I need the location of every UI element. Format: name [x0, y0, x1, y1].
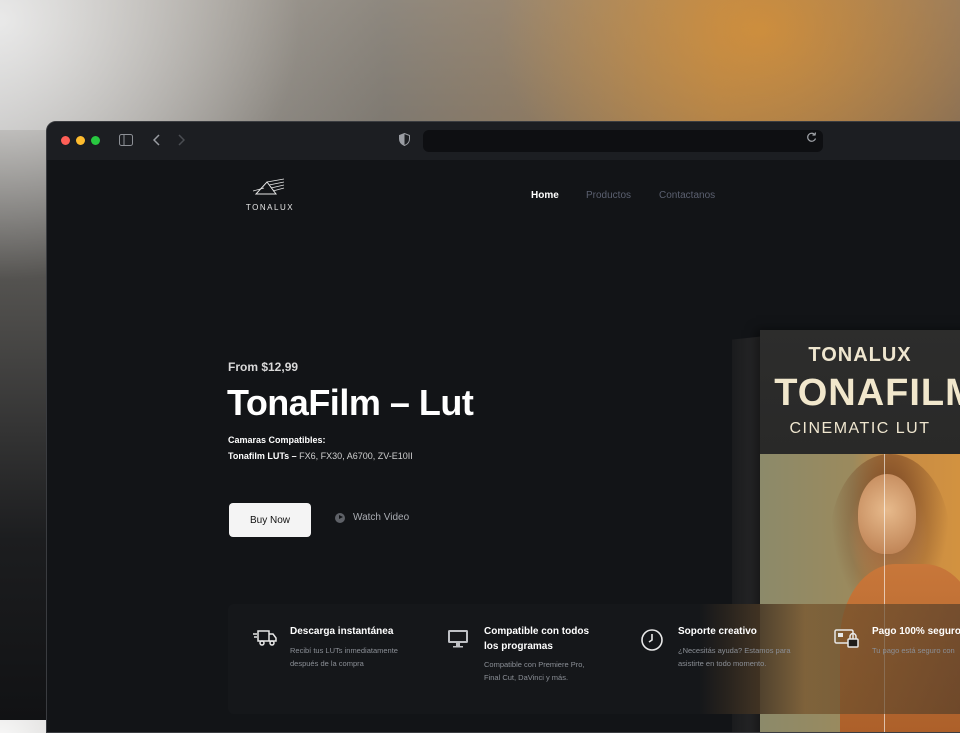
- clock-icon: [640, 628, 666, 651]
- features-bar: Descarga instantánea Recibí tus LUTs inm…: [228, 604, 960, 714]
- back-arrow-icon[interactable]: [152, 132, 161, 150]
- box-title-text: TONAFILM: [774, 372, 960, 414]
- play-icon: [335, 512, 345, 523]
- compat-models: FX6, FX30, A6700, ZV-E10II: [296, 451, 413, 461]
- watch-video-link[interactable]: Watch Video: [335, 512, 409, 523]
- feature-desc-line1: ¿Necesitás ayuda? Estamos para: [678, 646, 791, 655]
- reload-icon[interactable]: [806, 132, 817, 146]
- price-label: From $12,99: [228, 360, 299, 374]
- logo-prism-icon: [252, 178, 285, 195]
- sidebar-toggle-icon[interactable]: [119, 132, 133, 150]
- web-page: TONALUX Home Productos Contactanos From …: [47, 160, 960, 732]
- privacy-shield-icon[interactable]: [399, 132, 410, 150]
- watch-video-label: Watch Video: [353, 512, 410, 523]
- buy-now-button[interactable]: Buy Now: [229, 503, 311, 537]
- feature-desc-line2: Final Cut, DaVinci y más.: [484, 673, 569, 682]
- secure-payment-icon: [834, 628, 860, 650]
- product-title: TonaFilm – Lut: [227, 382, 474, 423]
- feature-title-line1: Compatible con todos: [484, 626, 589, 637]
- minimize-window-button[interactable]: [76, 136, 85, 145]
- background-gradient: [0, 0, 960, 130]
- nav-contact-link[interactable]: Contactanos: [659, 190, 715, 201]
- feature-title: Descarga instantánea: [290, 626, 394, 637]
- feature-desc-line2: asistirte en todo momento.: [678, 659, 767, 668]
- close-window-button[interactable]: [61, 136, 70, 145]
- forward-arrow-icon[interactable]: [177, 132, 186, 150]
- site-logo[interactable]: TONALUX: [245, 178, 295, 212]
- compat-prefix: Tonafilm LUTs –: [228, 451, 297, 461]
- logo-text: TONALUX: [245, 203, 295, 212]
- address-bar[interactable]: [423, 130, 823, 152]
- feature-title: Pago 100% seguro: [872, 626, 960, 637]
- nav-home-link[interactable]: Home: [531, 190, 559, 201]
- feature-desc-line1: Tu pago está seguro con: [872, 646, 955, 655]
- box-subtitle-text: CINEMATIC LUT: [789, 420, 931, 437]
- browser-window: TONALUX Home Productos Contactanos From …: [46, 121, 960, 733]
- monitor-icon: [446, 628, 472, 650]
- feature-desc-line2: después de la compra: [290, 659, 364, 668]
- maximize-window-button[interactable]: [91, 136, 100, 145]
- compatible-cameras-label: Camaras Compatibles:: [228, 435, 326, 445]
- nav-products-link[interactable]: Productos: [586, 190, 631, 201]
- feature-desc-line1: Compatible con Premiere Pro,: [484, 660, 585, 669]
- box-brand-text: TONALUX: [808, 344, 912, 366]
- delivery-truck-icon: [252, 628, 278, 650]
- feature-title-line2: los programas: [484, 641, 553, 652]
- feature-desc-line1: Recibí tus LUTs inmediatamente: [290, 646, 398, 655]
- browser-titlebar: [47, 122, 960, 160]
- portrait-face: [858, 474, 916, 554]
- feature-title: Soporte creativo: [678, 626, 757, 637]
- compatible-cameras-list: Tonafilm LUTs – FX6, FX30, A6700, ZV-E10…: [228, 451, 413, 461]
